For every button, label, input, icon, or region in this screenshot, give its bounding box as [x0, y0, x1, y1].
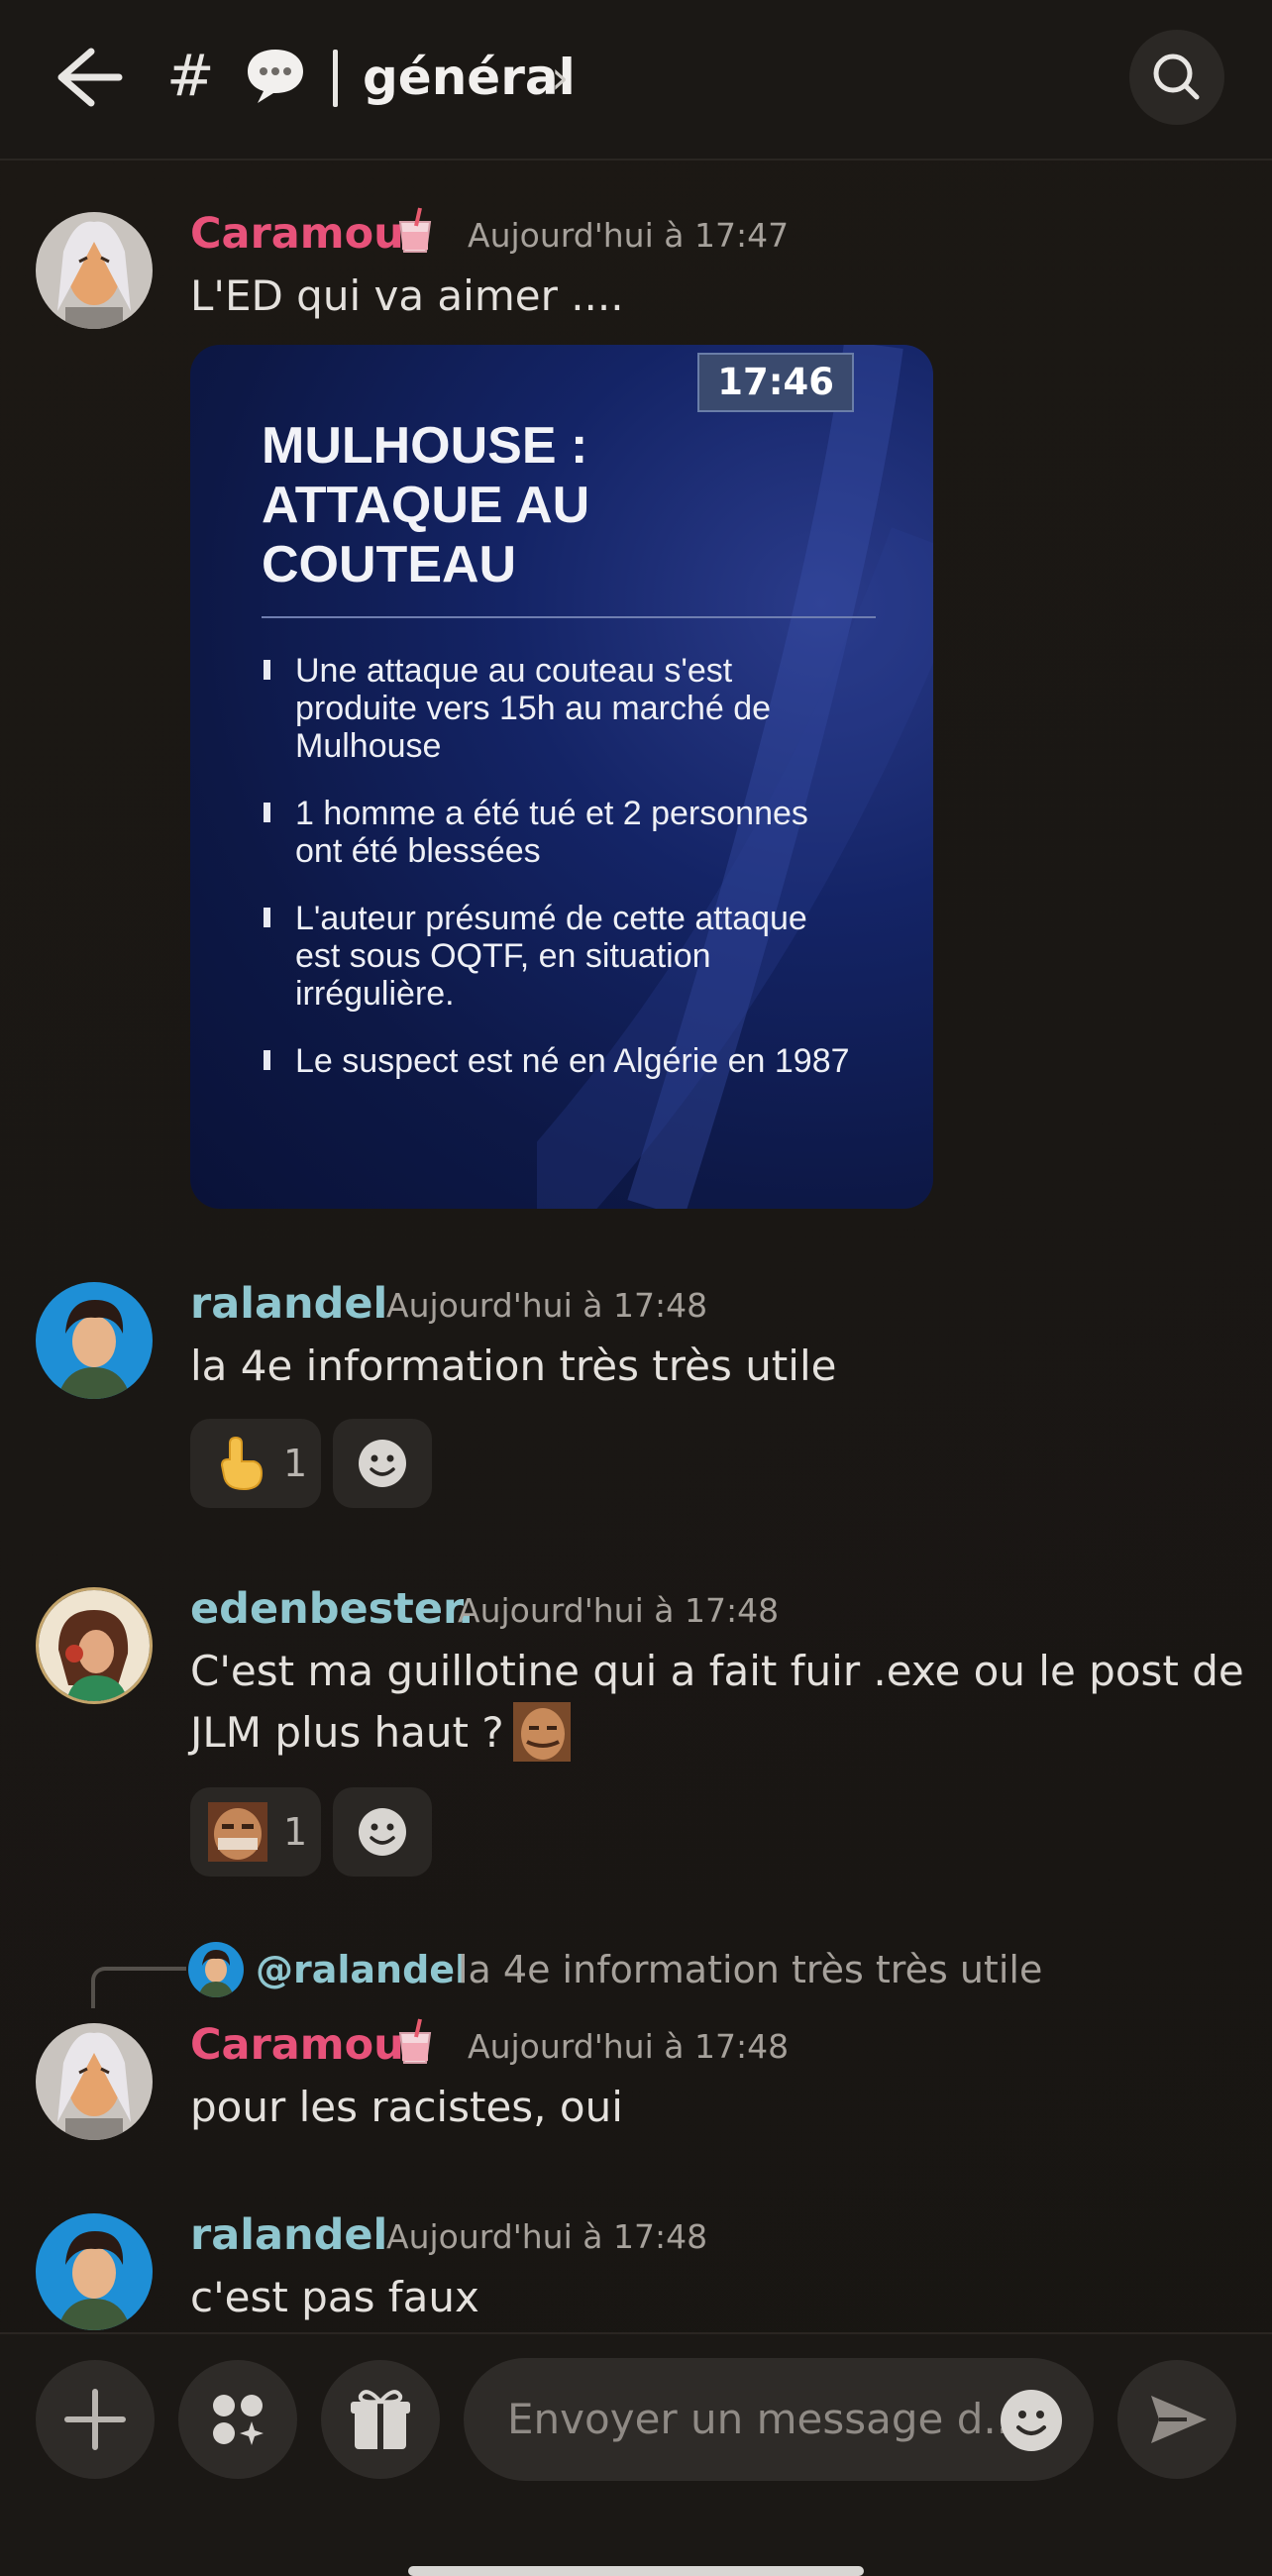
- image-divider: [262, 616, 876, 618]
- add-reaction-button[interactable]: [333, 1787, 432, 1877]
- reaction-custom-face[interactable]: 1: [190, 1787, 321, 1877]
- send-icon: [1151, 2396, 1207, 2443]
- avatar-caramou[interactable]: [36, 212, 153, 329]
- message-text: pour les racistes, oui: [190, 2083, 623, 2131]
- custom-face-emoji-icon: [208, 1802, 267, 1862]
- message-text: C'est ma guillotine qui a fait fuir .exe…: [190, 1647, 1244, 1695]
- reaction-count: 1: [283, 1810, 308, 1854]
- chat-bubble-icon: [248, 50, 303, 103]
- apps-button[interactable]: [178, 2360, 297, 2479]
- author-name[interactable]: ralandel: [190, 1278, 387, 1330]
- image-bullet-list: Une attaque au couteau s'est produite ve…: [262, 632, 856, 1080]
- add-reaction-button[interactable]: [333, 1419, 432, 1508]
- drink-emoji-icon: [398, 2018, 432, 2064]
- reply-connector: [91, 1967, 186, 2008]
- author-name[interactable]: ralandel: [190, 2209, 387, 2261]
- image-bullet: Une attaque au couteau s'est produite ve…: [262, 652, 856, 765]
- reaction-count: 1: [283, 1442, 308, 1485]
- chevron-right-icon[interactable]: ›: [551, 42, 569, 113]
- channel-title[interactable]: général: [363, 42, 576, 113]
- message-timestamp: Aujourd'hui à 17:48: [468, 2027, 790, 2066]
- message-timestamp: Aujourd'hui à 17:47: [468, 216, 790, 255]
- news-image-attachment[interactable]: 17:46 MULHOUSE : ATTAQUE AU COUTEAU Une …: [190, 345, 933, 1209]
- avatar-ralandel[interactable]: [36, 1282, 153, 1399]
- gift-button[interactable]: [321, 2360, 440, 2479]
- title-separator: [333, 50, 338, 107]
- reply-avatar: [188, 1942, 244, 1997]
- message-text: L'ED qui va aimer ....: [190, 271, 624, 320]
- channel-hash-icon: #: [166, 42, 215, 109]
- message-input-placeholder: Envoyer un message d...: [507, 2395, 1023, 2443]
- author-name[interactable]: Caramou: [190, 2019, 404, 2071]
- image-bullet: Le suspect est né en Algérie en 1987: [262, 1042, 856, 1080]
- author-name[interactable]: Caramou: [190, 208, 404, 260]
- channel-header: # général ›: [0, 0, 1272, 161]
- send-button[interactable]: [1117, 2360, 1236, 2479]
- pointing-finger-emoji-icon: [220, 1436, 264, 1491]
- message-timestamp: Aujourd'hui à 17:48: [386, 2217, 708, 2256]
- back-arrow-icon[interactable]: [48, 42, 127, 113]
- image-bullet: 1 homme a été tué et 2 personnes ont été…: [262, 795, 856, 870]
- author-name[interactable]: edenbester.: [190, 1583, 474, 1635]
- avatar-ralandel[interactable]: [36, 2213, 153, 2330]
- emoji-icon: [359, 1808, 406, 1856]
- image-bullet: L'auteur présumé de cette attaque est so…: [262, 900, 856, 1013]
- search-button[interactable]: [1129, 30, 1224, 125]
- apps-icon: [213, 2395, 264, 2445]
- drink-emoji-icon: [398, 207, 432, 253]
- message-input[interactable]: Envoyer un message d...: [464, 2358, 1094, 2481]
- emoji-icon: [359, 1440, 406, 1487]
- emoji-icon[interactable]: [999, 2388, 1064, 2453]
- avatar-edenbester[interactable]: [36, 1587, 153, 1704]
- custom-face-emoji-icon: [513, 1702, 571, 1762]
- message-text: la 4e information très très utile: [190, 1342, 837, 1390]
- avatar-caramou[interactable]: [36, 2023, 153, 2140]
- image-headline: MULHOUSE : ATTAQUE AU COUTEAU: [262, 417, 590, 593]
- message-timestamp: Aujourd'hui à 17:48: [458, 1591, 780, 1630]
- message-text: c'est pas faux: [190, 2273, 479, 2321]
- reply-preview-text[interactable]: la 4e information très très utile: [458, 1942, 1042, 1997]
- reaction-pointing-up[interactable]: 1: [190, 1419, 321, 1508]
- plus-icon: [64, 2389, 126, 2450]
- add-attachment-button[interactable]: [36, 2360, 155, 2479]
- search-icon: [1153, 54, 1200, 100]
- gift-icon: [351, 2390, 410, 2449]
- message-text: JLM plus haut ?: [190, 1708, 504, 1757]
- image-timestamp: 17:46: [697, 353, 854, 412]
- message-timestamp: Aujourd'hui à 17:48: [386, 1286, 708, 1325]
- reply-mention[interactable]: @ralandel: [256, 1942, 468, 1997]
- home-indicator: [408, 2566, 864, 2576]
